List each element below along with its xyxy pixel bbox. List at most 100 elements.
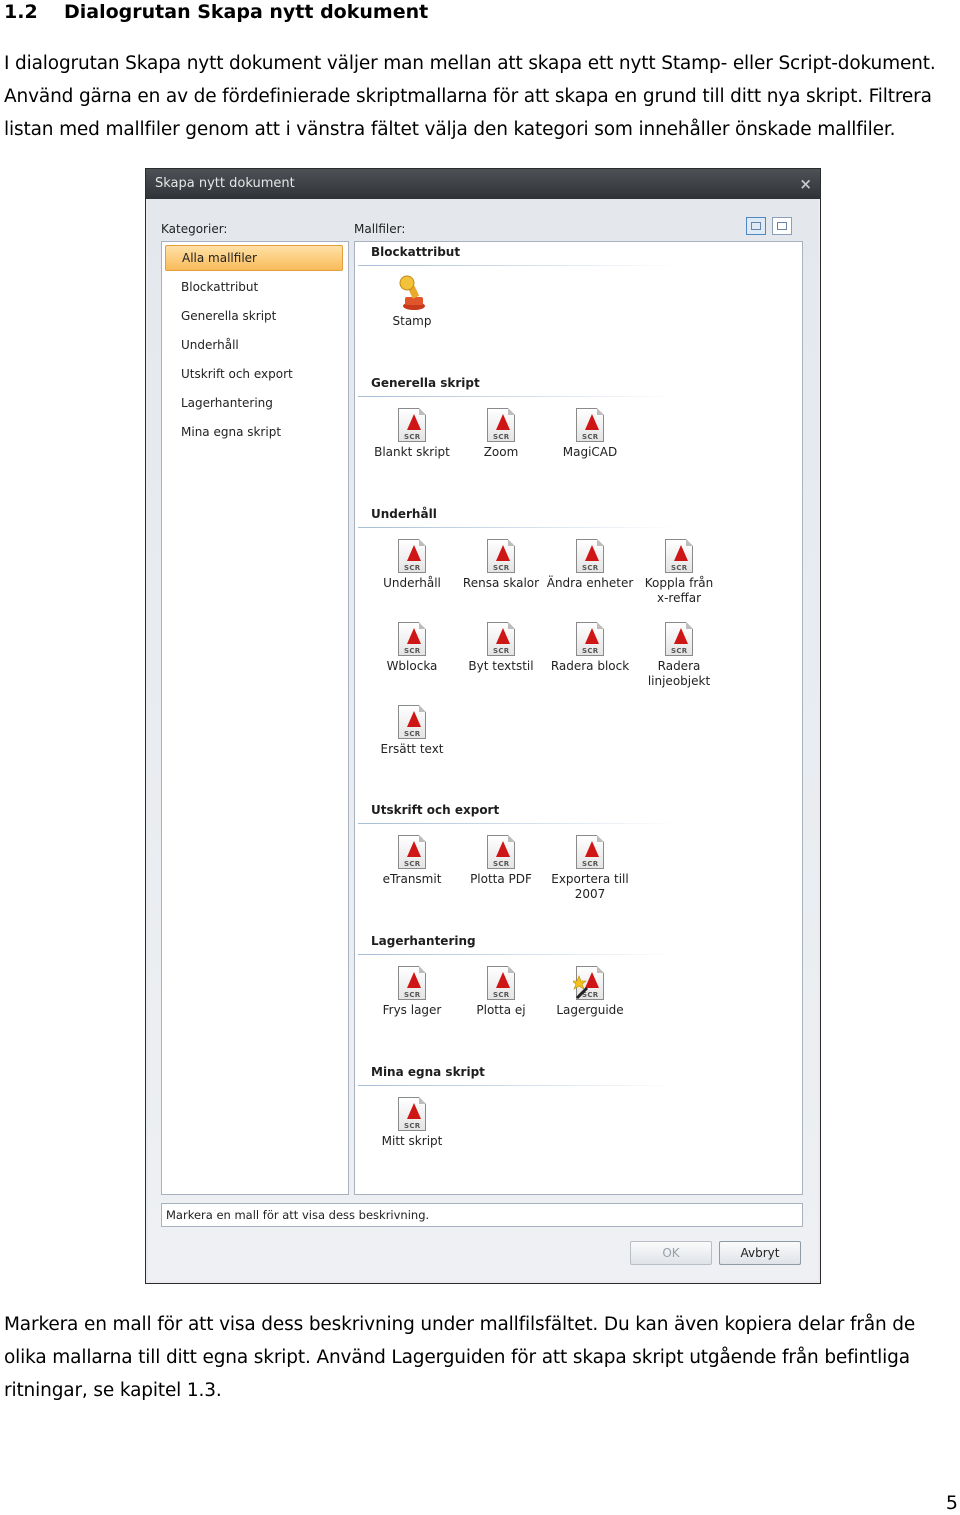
- template-name: Ändra enheter: [546, 576, 634, 590]
- categories-label: Kategorier:: [161, 222, 228, 236]
- category-item[interactable]: Lagerhantering: [165, 390, 343, 416]
- close-icon[interactable]: ×: [799, 169, 812, 199]
- list-view-button[interactable]: [772, 217, 792, 235]
- template-name: eTransmit: [382, 872, 442, 886]
- section-header: Generella skript: [358, 374, 678, 397]
- scr-label: SCR: [582, 860, 599, 868]
- scr-label: SCR: [493, 991, 510, 999]
- scr-label: SCR: [671, 647, 688, 655]
- template-name: Rensa skalor: [462, 576, 540, 590]
- scr-label: SCR: [404, 564, 421, 572]
- category-item[interactable]: Underhåll: [165, 332, 343, 358]
- template-item[interactable]: SCR Byt textstil: [457, 618, 545, 674]
- script-file-icon: SCR: [662, 535, 696, 575]
- template-name: Plotta ej: [476, 1003, 526, 1017]
- template-item[interactable]: SCR Wblocka: [368, 618, 456, 674]
- large-icons-view-button[interactable]: [746, 217, 766, 235]
- template-name: Mitt skript: [381, 1134, 443, 1148]
- template-item[interactable]: SCR Plotta PDF: [457, 831, 545, 887]
- section-header: Blockattribut: [358, 243, 678, 266]
- template-name: MagiCAD: [562, 445, 618, 459]
- template-item[interactable]: SCR Exportera till 2007: [546, 831, 634, 902]
- category-item[interactable]: Generella skript: [165, 303, 343, 329]
- section-header: Underhåll: [358, 505, 678, 528]
- scr-label: SCR: [671, 564, 688, 572]
- template-item[interactable]: SCR eTransmit: [368, 831, 456, 887]
- section-title: Lagerhantering: [371, 934, 476, 948]
- scr-label: SCR: [404, 991, 421, 999]
- template-item[interactable]: SCR Zoom: [457, 404, 545, 460]
- ok-button[interactable]: OK: [630, 1241, 712, 1265]
- script-file-icon: SCR: [573, 618, 607, 658]
- template-item[interactable]: SCR Plotta ej: [457, 962, 545, 1018]
- templates-list: Blockattribut Stamp Generella skript SCR Bla…: [354, 241, 803, 1195]
- template-name: Blankt skript: [374, 445, 450, 459]
- scr-label: SCR: [404, 1122, 421, 1130]
- categories-list: Alla mallfiler Blockattribut Generella skr…: [161, 241, 349, 1195]
- list-icon: [777, 222, 787, 230]
- template-name: Zoom: [483, 445, 519, 459]
- script-file-icon: SCR: [573, 404, 607, 444]
- template-item[interactable]: SCR Koppla från x-reffar: [635, 535, 723, 606]
- intro-paragraph: I dialogrutan Skapa nytt dokument väljer…: [4, 47, 960, 146]
- templates-label: Mallfiler:: [354, 222, 406, 236]
- template-name: Byt textstil: [468, 659, 534, 673]
- category-item[interactable]: Utskrift och export: [165, 361, 343, 387]
- outro-line: olika mallarna till ditt egna skript. An…: [4, 1347, 910, 1368]
- template-name: Radera block: [550, 659, 630, 673]
- scr-label: SCR: [404, 647, 421, 655]
- template-name: Radera linjeobjekt: [647, 659, 711, 688]
- scr-label: SCR: [582, 647, 599, 655]
- script-file-icon: SCR: [395, 404, 429, 444]
- category-item[interactable]: Mina egna skript: [165, 419, 343, 445]
- dialog-title: Skapa nytt dokument: [155, 176, 295, 191]
- script-file-icon: SCR: [395, 1093, 429, 1133]
- grid-icon: [751, 222, 761, 230]
- intro-line: I dialogrutan Skapa nytt dokument väljer…: [4, 53, 936, 74]
- wizard-script-icon: SCR: [573, 962, 607, 1002]
- scr-label: SCR: [493, 564, 510, 572]
- page-number: 5: [945, 1492, 958, 1514]
- template-name: Exportera till 2007: [551, 872, 629, 901]
- template-item[interactable]: SCR Blankt skript: [368, 404, 456, 460]
- section-title: Dialogrutan Skapa nytt dokument: [64, 1, 429, 23]
- stamp-icon: [395, 273, 429, 313]
- template-item[interactable]: SCR Underhåll: [368, 535, 456, 591]
- new-document-dialog: Skapa nytt dokument × Kategorier: Mallfi…: [145, 168, 821, 1284]
- script-file-icon: SCR: [484, 404, 518, 444]
- cancel-button[interactable]: Avbryt: [719, 1241, 801, 1265]
- section-title: Utskrift och export: [371, 803, 500, 817]
- section-header: Utskrift och export: [358, 801, 678, 824]
- script-file-icon: SCR: [395, 831, 429, 871]
- template-item[interactable]: SCR Ändra enheter: [546, 535, 634, 591]
- script-file-icon: SCR: [484, 962, 518, 1002]
- template-item[interactable]: Stamp: [368, 273, 456, 329]
- template-name: Koppla från x-reffar: [644, 576, 714, 605]
- template-item[interactable]: SCR Radera block: [546, 618, 634, 674]
- category-item[interactable]: Alla mallfiler: [165, 245, 343, 271]
- script-file-icon: SCR: [395, 701, 429, 741]
- section-heading: 1.2 Dialogrutan Skapa nytt dokument: [4, 0, 428, 24]
- section-header: Lagerhantering: [358, 932, 678, 955]
- template-name: Frys lager: [382, 1003, 442, 1017]
- scr-label: SCR: [404, 860, 421, 868]
- template-item[interactable]: SCR Lagerguide: [546, 962, 634, 1018]
- template-name: Ersätt text: [380, 742, 444, 756]
- template-item[interactable]: SCR Mitt skript: [368, 1093, 456, 1149]
- template-item[interactable]: SCR Rensa skalor: [457, 535, 545, 591]
- script-file-icon: SCR: [484, 618, 518, 658]
- template-item[interactable]: SCR MagiCAD: [546, 404, 634, 460]
- script-file-icon: SCR: [573, 831, 607, 871]
- template-item[interactable]: SCR Ersätt text: [368, 701, 456, 757]
- template-item[interactable]: SCR Frys lager: [368, 962, 456, 1018]
- dialog-titlebar: Skapa nytt dokument ×: [146, 169, 820, 199]
- outro-line: Markera en mall för att visa dess beskri…: [4, 1314, 916, 1335]
- script-file-icon: SCR: [662, 618, 696, 658]
- script-file-icon: SCR: [395, 618, 429, 658]
- template-item[interactable]: SCR Radera linjeobjekt: [635, 618, 723, 689]
- category-item[interactable]: Blockattribut: [165, 274, 343, 300]
- script-file-icon: SCR: [395, 535, 429, 575]
- template-name: Underhåll: [383, 576, 441, 590]
- scr-label: SCR: [493, 433, 510, 441]
- section-title: Underhåll: [371, 507, 437, 521]
